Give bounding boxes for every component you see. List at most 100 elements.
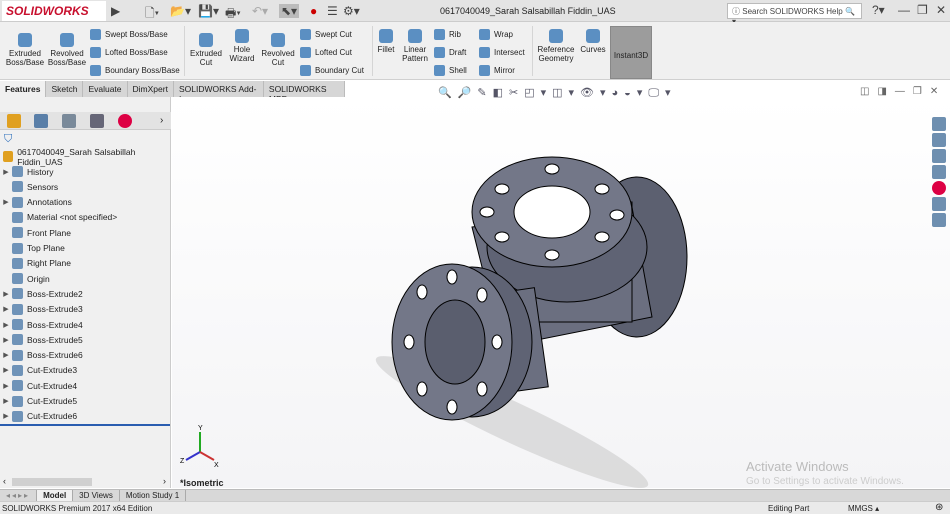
solidworks-logo[interactable]: SOLIDWORKS (2, 1, 106, 21)
boundary-cut-button[interactable]: Boundary Cut (300, 65, 364, 76)
tab-dimxpert[interactable]: DimXpert (127, 81, 174, 97)
rib-button[interactable]: Rib (434, 29, 461, 40)
property-manager-tab-icon[interactable] (34, 114, 48, 128)
custom-properties-icon[interactable] (932, 197, 946, 211)
panel-scrollbar[interactable]: ‹ › (0, 476, 171, 488)
intersect-button[interactable]: Intersect (479, 47, 525, 58)
hole-wizard-button[interactable]: Hole Wizard (226, 29, 258, 63)
heads-up-view-toolbar[interactable]: 🔍🔎✎◧✂◰▾◫▾👁▾◕◒▾🖵▾ (438, 86, 676, 100)
lofted-cut-icon (300, 47, 311, 58)
tab-motion-study[interactable]: Motion Study 1 (120, 490, 187, 501)
appearances-icon[interactable] (932, 181, 946, 195)
instant3d-button[interactable]: Instant3D (610, 26, 652, 79)
rebuild-icon[interactable]: ● (310, 4, 317, 18)
tree-item[interactable]: ▶ Cut-Extrude4 (0, 378, 171, 393)
linear-pattern-button[interactable]: Linear Pattern (399, 29, 431, 63)
tab-features[interactable]: Features (0, 81, 47, 97)
configuration-manager-tab-icon[interactable] (62, 114, 76, 128)
swept-boss-button[interactable]: Swept Boss/Base (90, 29, 168, 40)
design-library-icon[interactable] (932, 149, 946, 163)
help-search-input[interactable]: ⓘ Search SOLIDWORKS Help 🔍▾ (727, 3, 862, 26)
tree-item[interactable]: Origin (0, 271, 171, 286)
minimize-button[interactable]: — (898, 3, 910, 17)
expand-arrow-icon[interactable]: ▶ (0, 336, 12, 344)
save-icon[interactable]: 💾▾ (198, 4, 219, 18)
reference-geometry-button[interactable]: Reference Geometry (535, 29, 577, 63)
scroll-left-icon[interactable]: ‹ (3, 476, 6, 486)
tree-item[interactable]: ▶ Cut-Extrude3 (0, 363, 171, 378)
mirror-button[interactable]: Mirror (479, 65, 515, 76)
help-bubble-icon[interactable]: ⊛ (935, 502, 943, 513)
expand-arrow-icon[interactable]: ▶ (0, 198, 12, 206)
fillet-button[interactable]: Fillet (375, 29, 397, 54)
dimxpert-tab-icon[interactable] (90, 114, 104, 128)
tab-sketch[interactable]: Sketch (46, 81, 84, 97)
file-explorer-icon[interactable] (932, 165, 946, 179)
tree-item[interactable]: ▶ Boss-Extrude6 (0, 348, 171, 363)
options-gear-icon[interactable]: ⚙▾ (343, 4, 360, 18)
open-file-icon[interactable]: 📂▾ (170, 4, 191, 18)
tree-item[interactable]: ▶ Boss-Extrude3 (0, 302, 171, 317)
wrap-button[interactable]: Wrap (479, 29, 513, 40)
lofted-cut-button[interactable]: Lofted Cut (300, 47, 352, 58)
rollback-bar[interactable] (0, 424, 170, 426)
expand-arrow-icon[interactable]: ▶ (0, 412, 12, 420)
expand-arrow-icon[interactable]: ▶ (0, 305, 12, 313)
expand-arrow-icon[interactable]: ▶ (0, 168, 12, 176)
tree-item[interactable]: Top Plane (0, 241, 171, 256)
tree-item[interactable]: Material <not specified> (0, 210, 171, 225)
tree-item[interactable]: ▶ History (0, 164, 171, 179)
tree-root[interactable]: 0617040049_Sarah Salsabillah Fiddin_UAS (0, 147, 171, 167)
graphics-area[interactable]: Y Z X (172, 97, 950, 488)
feature-manager-tab-icon[interactable] (7, 114, 21, 128)
tree-item[interactable]: Right Plane (0, 256, 171, 271)
lofted-boss-button[interactable]: Lofted Boss/Base (90, 47, 168, 58)
tab-model[interactable]: Model (37, 490, 74, 501)
help-icon[interactable]: ?▾ (872, 3, 885, 17)
scroll-thumb[interactable] (12, 478, 92, 486)
tree-item[interactable]: ▶ Cut-Extrude5 (0, 394, 171, 409)
tree-item[interactable]: ▶ Annotations (0, 195, 171, 210)
revolved-cut-button[interactable]: Revolved Cut (260, 33, 296, 67)
viewport-window-controls[interactable]: ◫◨—❐✕ (860, 86, 946, 97)
expand-arrow-icon[interactable]: ▶ (0, 351, 12, 359)
file-properties-icon[interactable]: ☰ (327, 4, 338, 18)
shell-button[interactable]: Shell (434, 65, 467, 76)
tree-item[interactable]: ▶ Cut-Extrude6 (0, 409, 171, 424)
tree-item[interactable]: ▶ Boss-Extrude5 (0, 332, 171, 347)
boundary-boss-button[interactable]: Boundary Boss/Base (90, 65, 180, 76)
tree-item[interactable]: Front Plane (0, 225, 171, 240)
tab-evaluate[interactable]: Evaluate (83, 81, 128, 97)
expand-arrow-icon[interactable]: ▶ (0, 397, 12, 405)
restore-button[interactable]: ❐ (917, 3, 928, 17)
tab-scroll-arrows[interactable]: ◂◂▸▸ (0, 490, 38, 501)
expand-arrow-icon[interactable]: ▶ (0, 366, 12, 374)
expand-arrow-icon[interactable]: ▶ (0, 290, 12, 298)
home-icon[interactable] (932, 117, 946, 131)
curves-button[interactable]: Curves (579, 29, 607, 54)
tree-item[interactable]: ▶ Boss-Extrude2 (0, 286, 171, 301)
undo-icon[interactable]: ↶▾ (252, 4, 268, 18)
filter-icon[interactable]: ⛉ (4, 133, 12, 146)
display-manager-tab-icon[interactable] (118, 114, 132, 128)
tab-mbd[interactable]: SOLIDWORKS MBD (263, 81, 345, 104)
draft-button[interactable]: Draft (434, 47, 466, 58)
tab-addins[interactable]: SOLIDWORKS Add-Ins (173, 81, 264, 104)
expand-menu-icon[interactable]: ▶ (111, 4, 120, 18)
resources-icon[interactable] (932, 133, 946, 147)
tab-3d-views[interactable]: 3D Views (73, 490, 120, 501)
revolved-boss-button[interactable]: Revolved Boss/Base (47, 33, 87, 67)
close-button[interactable]: ✕ (936, 3, 946, 17)
extruded-boss-button[interactable]: Extruded Boss/Base (5, 33, 45, 67)
expand-arrow-icon[interactable]: ▶ (0, 321, 12, 329)
expand-arrow-icon[interactable]: ▶ (0, 382, 12, 390)
scroll-right-icon[interactable]: › (163, 476, 166, 486)
select-icon[interactable]: ⬉▾ (279, 4, 300, 18)
swept-cut-button[interactable]: Swept Cut (300, 29, 352, 40)
tree-item[interactable]: ▶ Boss-Extrude4 (0, 317, 171, 332)
units-selector[interactable]: MMGS ▴ (848, 504, 879, 513)
extruded-cut-button[interactable]: Extruded Cut (188, 33, 224, 67)
forum-icon[interactable] (932, 213, 946, 227)
panel-expand-icon[interactable]: › (160, 115, 163, 126)
tree-item[interactable]: Sensors (0, 179, 171, 194)
